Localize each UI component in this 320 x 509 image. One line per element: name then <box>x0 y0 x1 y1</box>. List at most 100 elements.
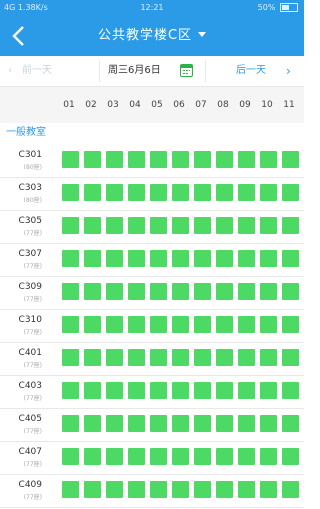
availability-cell[interactable] <box>106 481 123 498</box>
availability-cell[interactable] <box>62 217 79 234</box>
availability-cell[interactable] <box>106 382 123 399</box>
availability-cell[interactable] <box>172 481 189 498</box>
availability-cell[interactable] <box>150 283 167 300</box>
availability-cell[interactable] <box>62 481 79 498</box>
availability-cell[interactable] <box>194 415 211 432</box>
availability-cell[interactable] <box>172 349 189 366</box>
availability-cell[interactable] <box>260 151 277 168</box>
availability-cell[interactable] <box>194 151 211 168</box>
availability-cell[interactable] <box>282 151 299 168</box>
availability-cell[interactable] <box>62 415 79 432</box>
availability-cell[interactable] <box>282 250 299 267</box>
availability-cell[interactable] <box>238 316 255 333</box>
availability-cell[interactable] <box>194 283 211 300</box>
availability-cell[interactable] <box>194 382 211 399</box>
availability-cell[interactable] <box>84 283 101 300</box>
availability-cell[interactable] <box>260 250 277 267</box>
availability-cell[interactable] <box>106 184 123 201</box>
availability-cell[interactable] <box>62 151 79 168</box>
availability-cell[interactable] <box>238 151 255 168</box>
availability-cell[interactable] <box>106 217 123 234</box>
availability-cell[interactable] <box>84 217 101 234</box>
availability-cell[interactable] <box>216 184 233 201</box>
availability-cell[interactable] <box>84 184 101 201</box>
availability-cell[interactable] <box>216 283 233 300</box>
availability-cell[interactable] <box>106 415 123 432</box>
availability-cell[interactable] <box>172 316 189 333</box>
availability-cell[interactable] <box>194 184 211 201</box>
availability-cell[interactable] <box>128 415 145 432</box>
availability-cell[interactable] <box>282 283 299 300</box>
availability-cell[interactable] <box>282 184 299 201</box>
availability-cell[interactable] <box>216 415 233 432</box>
availability-cell[interactable] <box>62 283 79 300</box>
availability-cell[interactable] <box>84 151 101 168</box>
availability-cell[interactable] <box>128 448 145 465</box>
availability-cell[interactable] <box>282 448 299 465</box>
availability-cell[interactable] <box>194 250 211 267</box>
availability-cell[interactable] <box>84 250 101 267</box>
availability-cell[interactable] <box>238 349 255 366</box>
availability-cell[interactable] <box>282 415 299 432</box>
next-day-button[interactable]: 后一天 › <box>236 56 291 86</box>
availability-cell[interactable] <box>128 382 145 399</box>
availability-cell[interactable] <box>84 316 101 333</box>
availability-cell[interactable] <box>194 481 211 498</box>
previous-day-button[interactable]: ‹ 前一天 <box>8 56 52 86</box>
availability-cell[interactable] <box>62 316 79 333</box>
availability-cell[interactable] <box>260 415 277 432</box>
availability-cell[interactable] <box>128 250 145 267</box>
availability-cell[interactable] <box>282 481 299 498</box>
availability-cell[interactable] <box>84 448 101 465</box>
availability-cell[interactable] <box>282 382 299 399</box>
availability-cell[interactable] <box>216 382 233 399</box>
availability-cell[interactable] <box>106 316 123 333</box>
availability-cell[interactable] <box>194 349 211 366</box>
availability-cell[interactable] <box>216 316 233 333</box>
availability-cell[interactable] <box>194 316 211 333</box>
availability-cell[interactable] <box>62 448 79 465</box>
availability-cell[interactable] <box>260 217 277 234</box>
availability-cell[interactable] <box>260 283 277 300</box>
availability-cell[interactable] <box>216 217 233 234</box>
availability-cell[interactable] <box>172 283 189 300</box>
availability-cell[interactable] <box>128 217 145 234</box>
availability-cell[interactable] <box>238 250 255 267</box>
availability-cell[interactable] <box>282 217 299 234</box>
availability-cell[interactable] <box>260 184 277 201</box>
availability-cell[interactable] <box>216 151 233 168</box>
availability-cell[interactable] <box>172 415 189 432</box>
availability-cell[interactable] <box>260 481 277 498</box>
availability-cell[interactable] <box>128 349 145 366</box>
availability-cell[interactable] <box>150 217 167 234</box>
availability-cell[interactable] <box>216 349 233 366</box>
availability-cell[interactable] <box>62 382 79 399</box>
availability-cell[interactable] <box>216 481 233 498</box>
availability-cell[interactable] <box>150 415 167 432</box>
availability-cell[interactable] <box>128 316 145 333</box>
availability-cell[interactable] <box>260 382 277 399</box>
availability-cell[interactable] <box>84 382 101 399</box>
availability-cell[interactable] <box>260 316 277 333</box>
availability-cell[interactable] <box>282 349 299 366</box>
availability-cell[interactable] <box>216 250 233 267</box>
availability-cell[interactable] <box>238 415 255 432</box>
availability-cell[interactable] <box>172 217 189 234</box>
availability-cell[interactable] <box>106 283 123 300</box>
availability-cell[interactable] <box>84 349 101 366</box>
availability-cell[interactable] <box>216 448 233 465</box>
availability-cell[interactable] <box>238 481 255 498</box>
availability-cell[interactable] <box>150 250 167 267</box>
availability-cell[interactable] <box>128 184 145 201</box>
availability-cell[interactable] <box>150 481 167 498</box>
availability-cell[interactable] <box>84 481 101 498</box>
availability-cell[interactable] <box>172 184 189 201</box>
availability-cell[interactable] <box>172 250 189 267</box>
availability-cell[interactable] <box>194 217 211 234</box>
availability-cell[interactable] <box>106 250 123 267</box>
availability-cell[interactable] <box>150 382 167 399</box>
availability-cell[interactable] <box>62 349 79 366</box>
availability-cell[interactable] <box>150 349 167 366</box>
availability-cell[interactable] <box>150 316 167 333</box>
availability-cell[interactable] <box>106 448 123 465</box>
